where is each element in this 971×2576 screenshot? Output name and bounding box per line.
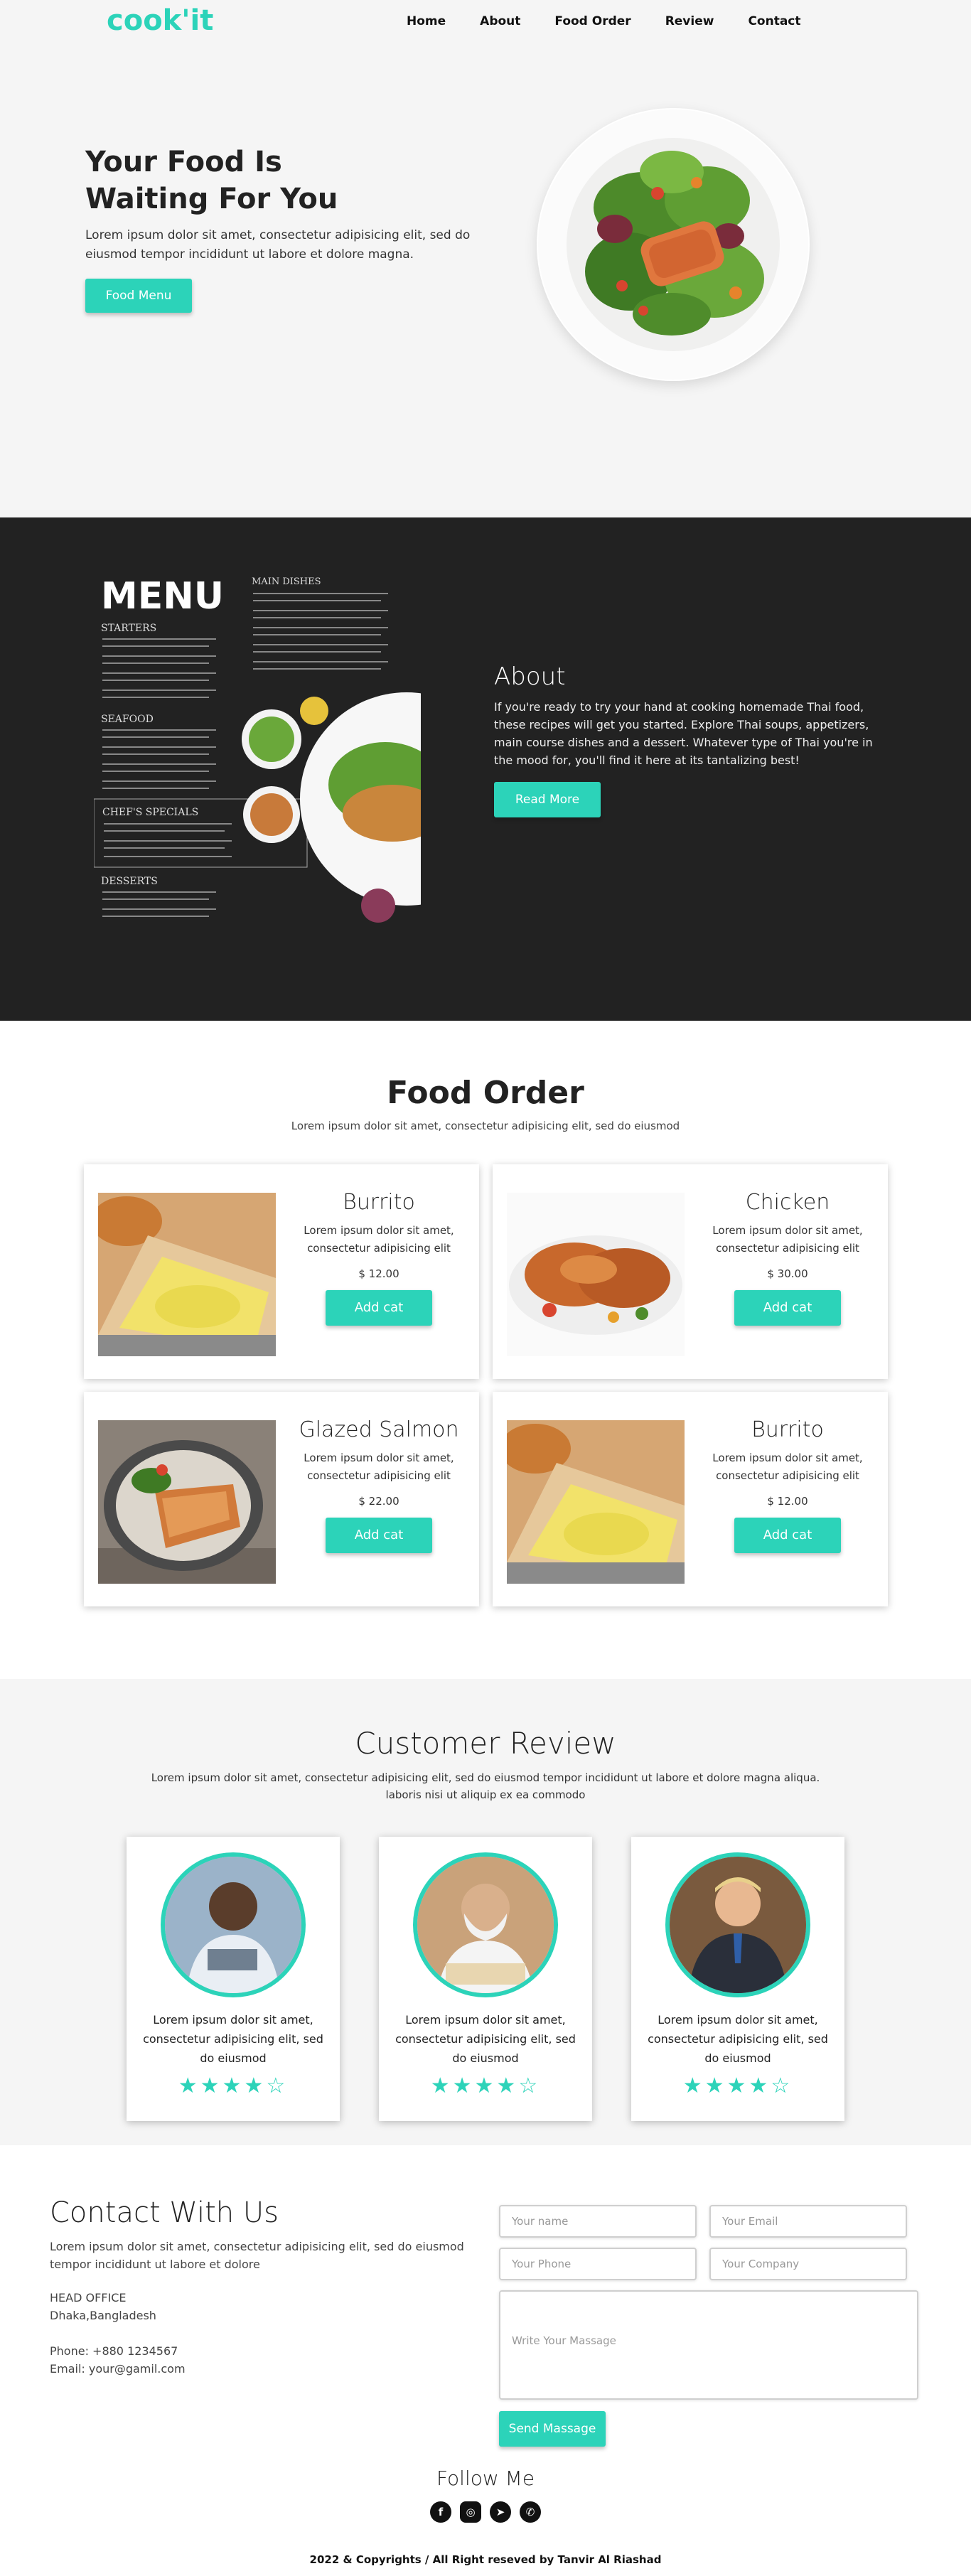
food-description: Lorem ipsum dolor sit amet, consectetur … <box>304 1451 454 1482</box>
name-input[interactable] <box>499 2205 697 2238</box>
review-title: Customer Review <box>355 1726 616 1761</box>
facebook-icon[interactable]: f <box>430 2501 451 2523</box>
nav-link-review[interactable]: Review <box>665 14 714 28</box>
company-input[interactable] <box>709 2248 907 2280</box>
menu-card-title: MENU <box>101 575 224 618</box>
food-name: Burrito <box>751 1417 824 1442</box>
hero-section: Your Food Is Waiting For You Lorem ipsum… <box>0 0 971 517</box>
review-text: Lorem ipsum dolor sit amet, consectetur … <box>395 2013 576 2065</box>
salad-plate-image <box>537 108 810 381</box>
email-input[interactable] <box>709 2205 907 2238</box>
star-rating: ★★★★☆ <box>682 2073 793 2098</box>
food-order-title: Food Order <box>387 1075 584 1111</box>
social-icons: f ◎ ➤ ✆ <box>0 2501 971 2523</box>
nav-link-home[interactable]: Home <box>407 14 446 28</box>
review-subtitle: Lorem ipsum dolor sit amet, consectetur … <box>151 1771 820 1801</box>
food-price: $ 30.00 <box>767 1267 808 1280</box>
add-cart-button[interactable]: Add cat <box>734 1290 841 1326</box>
telegram-icon[interactable]: ➤ <box>490 2501 511 2523</box>
contact-description: Lorem ipsum dolor sit amet, consectetur … <box>50 2240 464 2271</box>
message-textarea[interactable] <box>499 2290 918 2400</box>
food-price: $ 12.00 <box>358 1267 399 1280</box>
star-rating: ★★★★☆ <box>430 2073 541 2098</box>
about-text: About If you're ready to try your hand a… <box>494 662 892 817</box>
hero-description: Lorem ipsum dolor sit amet, consectetur … <box>85 228 471 262</box>
menu-section-seafood: SEAFOOD <box>101 714 154 725</box>
phone-input[interactable] <box>499 2248 697 2280</box>
review-card: Lorem ipsum dolor sit amet, consectetur … <box>127 1837 340 2121</box>
chicken-image <box>507 1193 685 1356</box>
read-more-button[interactable]: Read More <box>494 782 601 817</box>
food-info: Glazed Salmon Lorem ipsum dolor sit amet… <box>290 1417 468 1553</box>
review-card: Lorem ipsum dolor sit amet, consectetur … <box>631 1837 844 2121</box>
send-message-button[interactable]: Send Massage <box>499 2411 606 2447</box>
food-order-subtitle: Lorem ipsum dolor sit amet, consectetur … <box>291 1120 680 1132</box>
food-description: Lorem ipsum dolor sit amet, consectetur … <box>712 1224 863 1255</box>
star-rating: ★★★★☆ <box>178 2073 289 2098</box>
food-name: Burrito <box>343 1190 415 1215</box>
menu-section-main-dishes: MAIN DISHES <box>252 576 321 587</box>
glazed-salmon-image <box>98 1420 276 1584</box>
review-section: Customer Review Lorem ipsum dolor sit am… <box>0 1679 971 2145</box>
about-title: About <box>494 662 566 691</box>
food-card-burrito: Burrito Lorem ipsum dolor sit amet, cons… <box>84 1164 479 1379</box>
food-order-section: Food Order Lorem ipsum dolor sit amet, c… <box>0 1021 971 1679</box>
menu-section-chefs-specials: CHEF'S SPECIALS <box>102 807 198 818</box>
food-description: Lorem ipsum dolor sit amet, consectetur … <box>304 1224 454 1255</box>
add-cart-button[interactable]: Add cat <box>326 1290 432 1326</box>
food-description: Lorem ipsum dolor sit amet, consectetur … <box>712 1451 863 1482</box>
add-cart-button[interactable]: Add cat <box>326 1518 432 1553</box>
food-price: $ 12.00 <box>767 1495 808 1508</box>
follow-block: Follow Me f ◎ ➤ ✆ <box>0 2467 971 2523</box>
office-label: HEAD OFFICE <box>50 2291 127 2304</box>
menu-card-image: MENU STARTERS SEAFOOD CHEF'S SPECIALS DE… <box>93 571 513 970</box>
food-card-chicken: Chicken Lorem ipsum dolor sit amet, cons… <box>493 1164 888 1379</box>
food-info: Burrito Lorem ipsum dolor sit amet, cons… <box>699 1417 876 1553</box>
contact-section: Contact With Us Lorem ipsum dolor sit am… <box>0 2145 971 2576</box>
reviewer-avatar <box>413 1852 558 1997</box>
nav-link-about[interactable]: About <box>480 14 520 28</box>
whatsapp-icon[interactable]: ✆ <box>520 2501 541 2523</box>
food-menu-button[interactable]: Food Menu <box>85 279 192 313</box>
review-text: Lorem ipsum dolor sit amet, consectetur … <box>143 2013 323 2065</box>
hero-text: Your Food Is Waiting For You Lorem ipsum… <box>85 144 483 313</box>
review-text: Lorem ipsum dolor sit amet, consectetur … <box>648 2013 828 2065</box>
nav-links: Home About Food Order Review Contact <box>407 14 835 28</box>
logo[interactable]: cook'it <box>107 4 213 37</box>
food-card-burrito-2: Burrito Lorem ipsum dolor sit amet, cons… <box>493 1392 888 1606</box>
nav-link-contact[interactable]: Contact <box>748 14 800 28</box>
reviewer-avatar <box>665 1852 810 1997</box>
about-description: If you're ready to try your hand at cook… <box>494 700 873 767</box>
email-text: Email: your@gamil.com <box>50 2362 186 2376</box>
menu-section-desserts: DESSERTS <box>101 876 158 887</box>
food-card-glazed-salmon: Glazed Salmon Lorem ipsum dolor sit amet… <box>84 1392 479 1606</box>
instagram-icon[interactable]: ◎ <box>460 2501 481 2523</box>
food-name: Glazed Salmon <box>299 1417 459 1442</box>
review-card: Lorem ipsum dolor sit amet, consectetur … <box>379 1837 592 2121</box>
follow-title: Follow Me <box>436 2467 535 2490</box>
contact-info-block: Contact With Us Lorem ipsum dolor sit am… <box>50 2196 476 2378</box>
top-nav: cook'it Home About Food Order Review Con… <box>0 0 971 44</box>
phone-text: Phone: +880 1234567 <box>50 2344 178 2358</box>
food-info: Burrito Lorem ipsum dolor sit amet, cons… <box>290 1190 468 1326</box>
office-address: Dhaka,Bangladesh <box>50 2309 156 2322</box>
hero-title-line2: Waiting For You <box>85 183 338 215</box>
hero-title-line1: Your Food Is <box>85 146 282 178</box>
reviewer-avatar <box>161 1852 306 1997</box>
burrito-image <box>507 1420 685 1584</box>
copyright-text: 2022 & Copyrights / All Right reseved by… <box>309 2553 662 2566</box>
hero-title: Your Food Is Waiting For You <box>85 144 483 218</box>
food-info: Chicken Lorem ipsum dolor sit amet, cons… <box>699 1190 876 1326</box>
add-cart-button[interactable]: Add cat <box>734 1518 841 1553</box>
menu-section-starters: STARTERS <box>101 623 156 634</box>
food-price: $ 22.00 <box>358 1495 399 1508</box>
food-name: Chicken <box>745 1190 830 1215</box>
contact-title: Contact With Us <box>50 2196 279 2229</box>
burrito-image <box>98 1193 276 1356</box>
about-section: MENU STARTERS SEAFOOD CHEF'S SPECIALS DE… <box>0 517 971 1021</box>
office-info: HEAD OFFICE Dhaka,Bangladesh Phone: +880… <box>50 2289 476 2378</box>
nav-link-food-order[interactable]: Food Order <box>554 14 631 28</box>
